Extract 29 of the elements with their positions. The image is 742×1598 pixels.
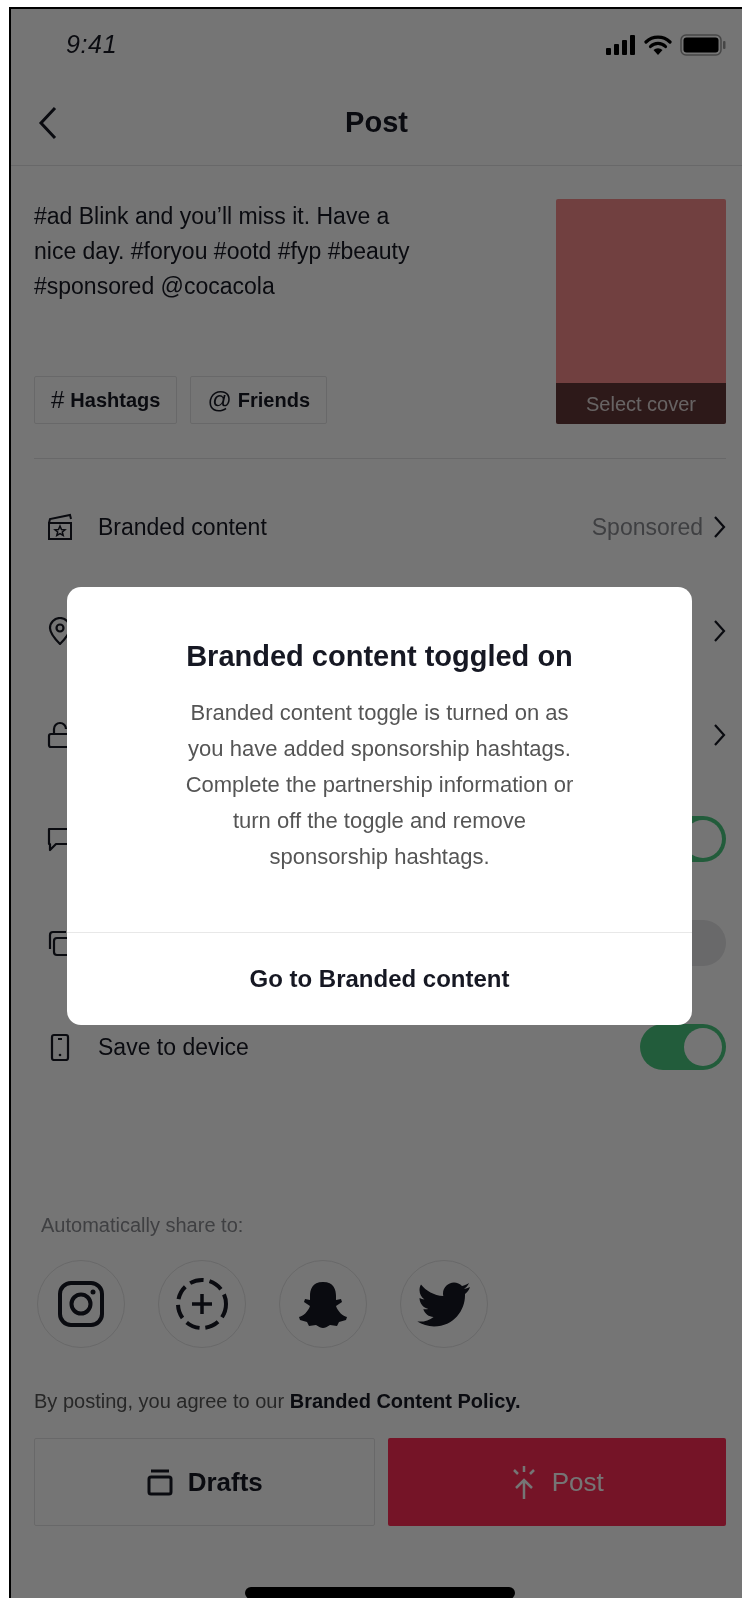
cover-thumbnail[interactable]: Select cover bbox=[556, 199, 726, 424]
bird-icon bbox=[417, 1281, 471, 1327]
setting-label: Branded content bbox=[98, 512, 268, 542]
chevron-icon[interactable] bbox=[713, 619, 726, 643]
caption-chip[interactable]: # Hashtags bbox=[34, 376, 178, 424]
branded-content-icon bbox=[46, 513, 74, 541]
ghost-icon bbox=[297, 1280, 349, 1328]
post-button[interactable]: Post bbox=[387, 1438, 726, 1526]
caption-text: #ad Blink and you’ll miss it. Have a nice day. #foryou #ootd #fyp #beauty #sponsored @cocacola bbox=[34, 202, 411, 301]
drafts-button[interactable]: Drafts bbox=[34, 1438, 375, 1526]
chevron-icon[interactable] bbox=[713, 723, 726, 747]
page-title: Post bbox=[345, 105, 408, 141]
back-icon bbox=[38, 106, 58, 140]
drafts-icon bbox=[145, 1468, 174, 1496]
toggle-switch[interactable] bbox=[640, 1024, 726, 1070]
setting-label: Save to device bbox=[98, 1032, 250, 1062]
add-circle-icon bbox=[175, 1277, 229, 1331]
status-time: 9:41 bbox=[66, 29, 118, 61]
wifi-icon bbox=[644, 35, 672, 55]
caption-chip[interactable]: @ Friends bbox=[190, 376, 327, 424]
go-to-branded-content-button[interactable]: Go to Branded content bbox=[67, 932, 692, 1025]
battery-icon bbox=[680, 34, 726, 56]
dialog-message: Branded content toggle is turned on as you have added sponsorship hashtags. Complete the partnership information or turn off the toggle and remove sponsorship hashtags. bbox=[185, 698, 574, 871]
dialog-title: Branded content toggled on bbox=[186, 639, 573, 674]
chevron-icon[interactable] bbox=[713, 515, 726, 539]
signal-icon bbox=[606, 35, 636, 55]
policy-text: By posting, you agree to our Branded Content Policy. bbox=[34, 1389, 522, 1414]
camera-icon bbox=[57, 1280, 105, 1328]
policy-link[interactable]: Branded Content Policy. bbox=[289, 1390, 521, 1412]
